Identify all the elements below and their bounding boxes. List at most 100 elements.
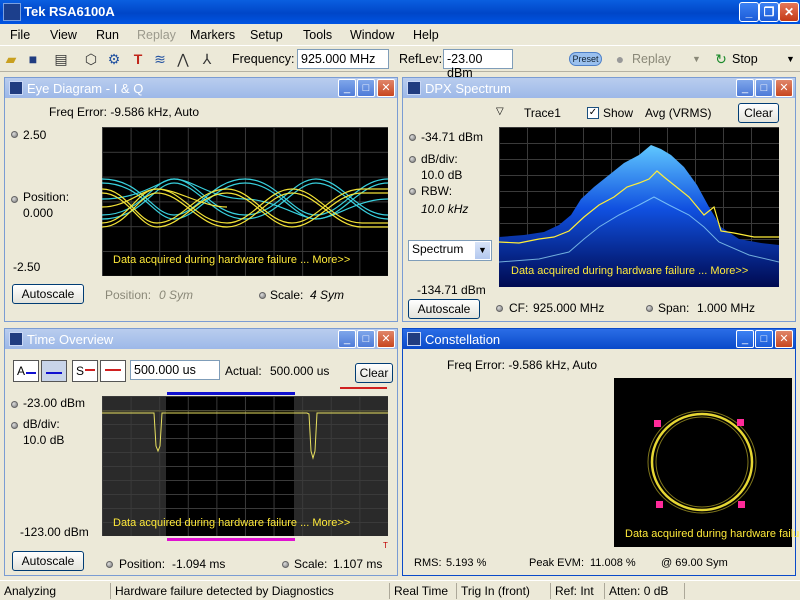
bullet-icon[interactable] — [409, 188, 416, 195]
analysis-length-button[interactable]: A — [13, 360, 39, 382]
bullet-icon[interactable] — [11, 401, 18, 408]
clear-button[interactable]: Clear — [355, 363, 393, 383]
autoscale-button[interactable]: Autoscale — [12, 284, 84, 304]
bullet-icon[interactable] — [409, 134, 416, 141]
panel-close-button[interactable]: ✕ — [377, 330, 395, 348]
spectrum-offset-button[interactable] — [100, 360, 126, 382]
span-value[interactable]: 1.000 MHz — [697, 301, 755, 315]
preset-button[interactable]: Preset — [569, 52, 602, 66]
bullet-icon[interactable] — [646, 305, 653, 312]
status-atten[interactable]: Atten: 0 dB — [604, 583, 668, 599]
reflev-input[interactable]: -23.00 dBm — [443, 49, 513, 80]
analysis-icon[interactable]: ⋀ — [175, 51, 191, 67]
dpx-spectrum-plot[interactable]: Data acquired during hardware failure ..… — [499, 127, 779, 287]
warning-message[interactable]: Data acquired during hardware failure ..… — [511, 265, 748, 277]
run-icon: ↻ — [715, 51, 727, 67]
ref-level-value[interactable]: -34.71 dBm — [421, 130, 483, 144]
eye-diagram-plot[interactable]: Data acquired during hardware failure ..… — [102, 127, 388, 276]
constellation-plot[interactable]: Data acquired during hardware failure — [614, 378, 800, 547]
status-message[interactable]: Hardware failure detected by Diagnostics — [110, 583, 334, 599]
maximize-button[interactable]: ❐ — [759, 2, 779, 22]
bullet-icon[interactable] — [282, 561, 289, 568]
bullet-icon[interactable] — [409, 156, 416, 163]
panel-minimize-button[interactable]: _ — [736, 330, 754, 348]
menu-replay[interactable]: Replay — [137, 28, 176, 42]
menu-markers[interactable]: Markers — [190, 28, 235, 42]
chevron-down-icon[interactable]: ▼ — [475, 242, 490, 259]
panel-maximize-button[interactable]: □ — [755, 79, 773, 97]
menu-window[interactable]: Window — [350, 28, 394, 42]
bullet-icon[interactable] — [106, 561, 113, 568]
panel-maximize-button[interactable]: □ — [357, 330, 375, 348]
markers-icon[interactable]: ⅄ — [199, 51, 215, 67]
analysis-window-bar[interactable] — [167, 392, 295, 395]
trace-selector[interactable]: Trace1 — [524, 106, 561, 120]
position-value[interactable]: 0.000 — [23, 206, 53, 220]
duration-input[interactable]: 500.000 us — [130, 360, 220, 380]
rbw-value[interactable]: 10.0 kHz — [421, 202, 468, 216]
menu-setup[interactable]: Setup — [250, 28, 283, 42]
replay-button[interactable]: Replay — [632, 52, 671, 66]
zoom-icon[interactable]: ⬡ — [83, 51, 99, 67]
panel-close-button[interactable]: ✕ — [775, 79, 793, 97]
position-value[interactable]: -1.094 ms — [172, 557, 225, 571]
status-ref[interactable]: Ref: Int — [550, 583, 594, 599]
status-real-time[interactable]: Real Time — [389, 583, 448, 599]
bullet-icon[interactable] — [259, 292, 266, 299]
stop-dropdown-icon[interactable]: ▼ — [786, 54, 795, 64]
stop-button[interactable]: Stop — [732, 52, 758, 66]
trace-dropdown-icon[interactable]: ▽ — [496, 106, 504, 117]
trigger-icon[interactable]: T — [130, 51, 146, 67]
open-folder-icon[interactable]: ▰ — [3, 51, 19, 67]
menu-help[interactable]: Help — [413, 28, 439, 42]
menu-tools[interactable]: Tools — [303, 28, 332, 42]
panel-close-button[interactable]: ✕ — [377, 79, 395, 97]
detector-label[interactable]: Avg (VRMS) — [645, 106, 711, 120]
panel-maximize-button[interactable]: □ — [357, 79, 375, 97]
scale-value[interactable]: 4 Sym — [310, 288, 344, 302]
menu-run[interactable]: Run — [96, 28, 119, 42]
bullet-icon[interactable] — [11, 422, 18, 429]
panel-maximize-button[interactable]: □ — [755, 330, 773, 348]
dbdiv-value[interactable]: 10.0 dB — [23, 433, 64, 447]
warning-message[interactable]: Data acquired during hardware failure ..… — [113, 517, 350, 529]
peak-evm-label: Peak EVM: — [529, 557, 585, 569]
eye-top-value[interactable]: 2.50 — [23, 128, 46, 142]
window-icon[interactable]: ▤ — [53, 51, 69, 67]
autoscale-button[interactable]: Autoscale — [408, 299, 480, 319]
autoscale-button[interactable]: Autoscale — [12, 551, 84, 571]
replay-dropdown-icon[interactable]: ▼ — [692, 54, 701, 64]
warning-message[interactable]: Data acquired during hardware failure — [625, 528, 800, 540]
cf-value[interactable]: 925.000 MHz — [533, 301, 604, 315]
panel-minimize-button[interactable]: _ — [338, 330, 356, 348]
panel-minimize-button[interactable]: _ — [338, 79, 356, 97]
bullet-icon[interactable] — [11, 131, 18, 138]
acquire-icon[interactable]: ≋ — [152, 51, 168, 67]
minimize-button[interactable]: _ — [739, 2, 759, 22]
menu-view[interactable]: View — [50, 28, 77, 42]
time-overview-header: Time Overview _ □ ✕ — [5, 329, 397, 349]
settings-gear-icon[interactable]: ⚙ — [106, 51, 122, 67]
panel-close-button[interactable]: ✕ — [775, 330, 793, 348]
status-trigger[interactable]: Trig In (front) — [456, 583, 530, 599]
bullet-icon[interactable] — [11, 196, 18, 203]
panel-icon — [407, 332, 421, 346]
spectrum-window-bar[interactable] — [167, 538, 295, 541]
dbdiv-value[interactable]: 10.0 dB — [421, 168, 462, 182]
analysis-offset-button[interactable] — [41, 360, 67, 382]
time-overview-plot[interactable]: Data acquired during hardware failure ..… — [102, 396, 388, 536]
clear-button[interactable]: Clear — [738, 103, 779, 123]
menu-file[interactable]: File — [10, 28, 30, 42]
spectrum-mode-select[interactable]: Spectrum ▼ — [408, 240, 492, 261]
bullet-icon[interactable] — [496, 305, 503, 312]
scale-value[interactable]: 1.107 ms — [333, 557, 382, 571]
show-checkbox[interactable]: ✓ — [587, 107, 599, 119]
x-position-value[interactable]: 0 Sym — [159, 288, 193, 302]
save-icon[interactable]: ■ — [25, 51, 41, 67]
warning-message[interactable]: Data acquired during hardware failure ..… — [113, 254, 350, 266]
spectrum-length-button[interactable]: S — [72, 360, 98, 382]
ref-level-value[interactable]: -23.00 dBm — [23, 396, 85, 410]
frequency-input[interactable]: 925.000 MHz — [297, 49, 389, 69]
close-button[interactable]: ✕ — [779, 2, 799, 22]
panel-minimize-button[interactable]: _ — [736, 79, 754, 97]
